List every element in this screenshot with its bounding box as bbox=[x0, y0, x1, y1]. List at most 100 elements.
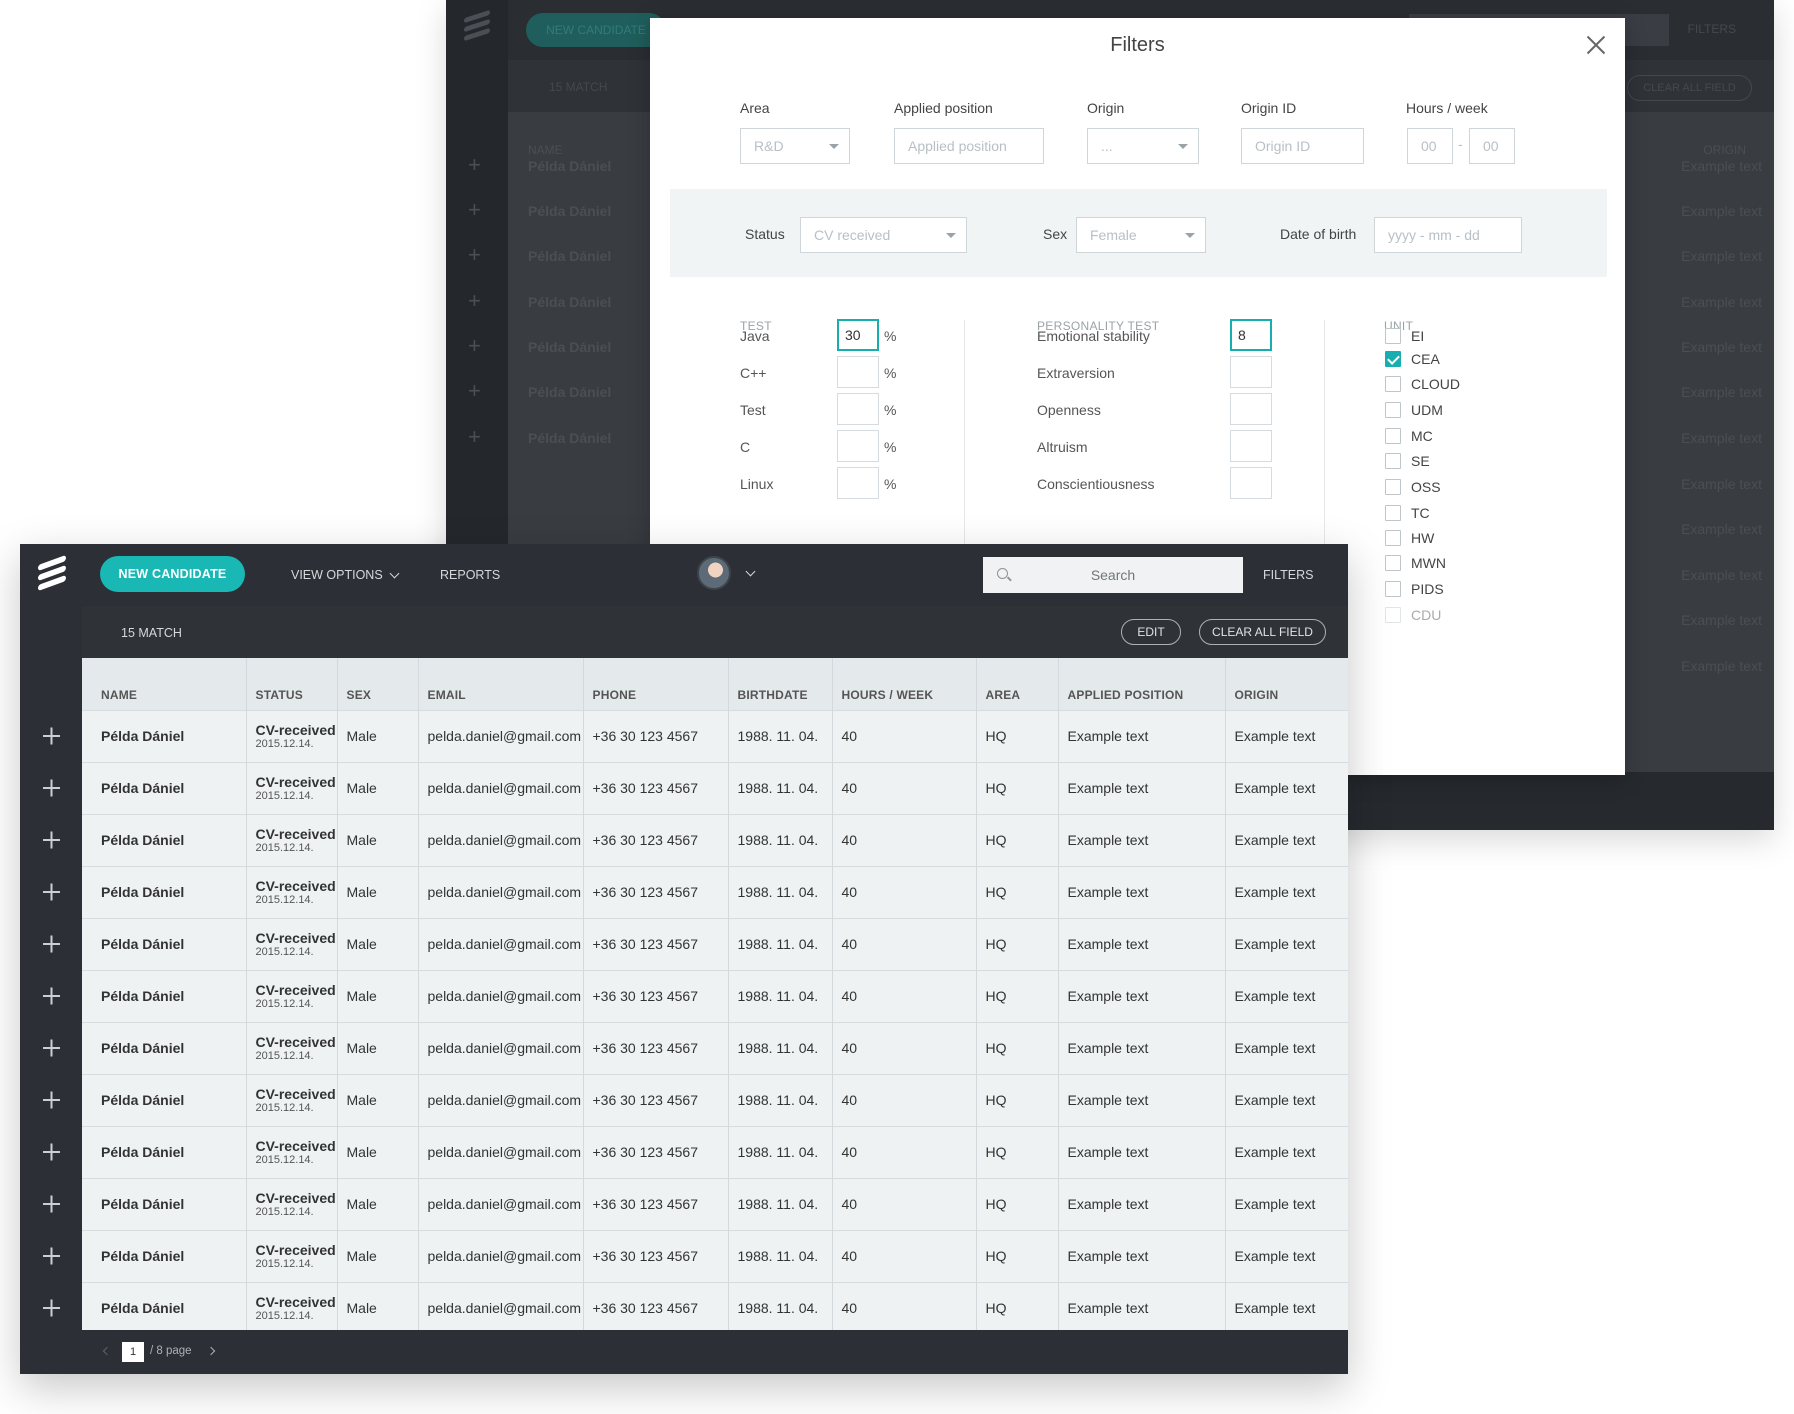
checkbox[interactable] bbox=[1385, 607, 1401, 623]
column-header[interactable]: ORIGIN bbox=[1225, 658, 1348, 710]
checkbox-checked[interactable] bbox=[1385, 351, 1401, 367]
reports-link[interactable]: REPORTS bbox=[440, 568, 500, 582]
unit-checkbox-item[interactable]: EI bbox=[1385, 326, 1424, 346]
unit-checkbox-item[interactable]: CDU bbox=[1385, 605, 1441, 625]
new-candidate-button[interactable]: NEW CANDIDATE bbox=[100, 556, 245, 592]
search-input[interactable] bbox=[983, 557, 1243, 593]
close-icon[interactable] bbox=[1585, 34, 1607, 56]
test-score-input[interactable] bbox=[837, 430, 879, 462]
table-row[interactable]: Példa Dániel CV-received 2015.12.14. Male pe… bbox=[82, 969, 1348, 1022]
plus-icon[interactable] bbox=[20, 814, 82, 866]
view-options-menu[interactable]: VIEW OPTIONS bbox=[291, 568, 400, 582]
unit-checkbox-item[interactable]: OSS bbox=[1385, 477, 1441, 497]
checkbox[interactable] bbox=[1385, 328, 1401, 344]
status-date: 2015.12.14. bbox=[255, 1154, 314, 1166]
plus-icon[interactable] bbox=[20, 1022, 82, 1074]
personality-score-input[interactable] bbox=[1230, 393, 1272, 425]
test-score-input[interactable] bbox=[837, 393, 879, 425]
plus-icon[interactable] bbox=[20, 866, 82, 918]
unit-checkbox-item[interactable]: SE bbox=[1385, 451, 1430, 471]
column-header[interactable]: EMAIL bbox=[418, 658, 584, 710]
checkbox[interactable] bbox=[1385, 505, 1401, 521]
plus-icon[interactable] bbox=[20, 1074, 82, 1126]
chevron-right-icon[interactable] bbox=[206, 1346, 216, 1356]
date-of-birth-field[interactable]: yyyy - mm - dd bbox=[1374, 217, 1522, 253]
table-row[interactable]: Példa Dániel CV-received 2015.12.14. Male pe… bbox=[82, 1281, 1348, 1334]
chevron-left-icon[interactable] bbox=[102, 1346, 112, 1356]
current-page[interactable]: 1 bbox=[122, 1342, 144, 1362]
column-header[interactable]: STATUS bbox=[246, 658, 338, 710]
unit-checkbox-item[interactable]: PIDS bbox=[1385, 579, 1444, 599]
status-select[interactable]: CV received bbox=[800, 217, 967, 253]
personality-score-input[interactable]: 8 bbox=[1230, 319, 1272, 351]
unit-checkbox-item[interactable]: CEA bbox=[1385, 349, 1440, 369]
checkbox[interactable] bbox=[1385, 530, 1401, 546]
applied-position-field[interactable]: Applied position bbox=[894, 128, 1044, 164]
unit-checkbox-item[interactable]: MWN bbox=[1385, 553, 1446, 573]
status-cell: CV-received 2015.12.14. bbox=[246, 813, 338, 866]
test-score-input[interactable] bbox=[837, 356, 879, 388]
plus-icon[interactable] bbox=[20, 970, 82, 1022]
table-row[interactable]: Példa Dániel CV-received 2015.12.14. Male pe… bbox=[82, 761, 1348, 814]
sex-cell: Male bbox=[337, 1073, 419, 1126]
table-row[interactable]: Példa Dániel CV-received 2015.12.14. Male pe… bbox=[82, 709, 1348, 762]
table-row[interactable]: Példa Dániel CV-received 2015.12.14. Male pe… bbox=[82, 1229, 1348, 1282]
clear-all-field-button[interactable]: CLEAR ALL FIELD bbox=[1199, 619, 1326, 645]
avatar[interactable] bbox=[697, 556, 731, 590]
plus-icon[interactable] bbox=[20, 1282, 82, 1334]
unit-checkbox-item[interactable]: MC bbox=[1385, 426, 1433, 446]
area-cell: HQ bbox=[976, 709, 1059, 762]
column-header[interactable]: AREA bbox=[976, 658, 1059, 710]
hours-from-field[interactable]: 00 bbox=[1407, 128, 1453, 164]
origin-id-field[interactable]: Origin ID bbox=[1241, 128, 1364, 164]
unit-checkbox-item[interactable]: UDM bbox=[1385, 400, 1443, 420]
origin-select[interactable]: ... bbox=[1087, 128, 1199, 164]
checkbox[interactable] bbox=[1385, 376, 1401, 392]
plus-icon[interactable] bbox=[20, 1178, 82, 1230]
plus-icon[interactable] bbox=[20, 918, 82, 970]
unit-checkbox-item[interactable]: CLOUD bbox=[1385, 374, 1460, 394]
plus-icon[interactable] bbox=[20, 710, 82, 762]
checkbox[interactable] bbox=[1385, 453, 1401, 469]
table-row[interactable]: Példa Dániel CV-received 2015.12.14. Male pe… bbox=[82, 917, 1348, 970]
personality-score-input[interactable] bbox=[1230, 356, 1272, 388]
table-row[interactable]: Példa Dániel CV-received 2015.12.14. Male pe… bbox=[82, 1073, 1348, 1126]
logo-icon[interactable] bbox=[38, 554, 66, 592]
personality-score-input[interactable] bbox=[1230, 467, 1272, 499]
column-header[interactable]: APPLIED POSITION bbox=[1058, 658, 1226, 710]
column-header[interactable]: SEX bbox=[337, 658, 419, 710]
plus-icon[interactable] bbox=[20, 1126, 82, 1178]
hours-to-field[interactable]: 00 bbox=[1469, 128, 1515, 164]
bg-row-origin: Example text bbox=[1681, 158, 1762, 174]
edit-button[interactable]: EDIT bbox=[1121, 619, 1181, 645]
table-row[interactable]: Példa Dániel CV-received 2015.12.14. Male pe… bbox=[82, 865, 1348, 918]
plus-icon[interactable] bbox=[20, 762, 82, 814]
column-header[interactable]: BIRTHDATE bbox=[728, 658, 833, 710]
checkbox[interactable] bbox=[1385, 402, 1401, 418]
sex-select[interactable]: Female bbox=[1076, 217, 1206, 253]
test-score-input[interactable] bbox=[837, 467, 879, 499]
sex-cell: Male bbox=[337, 709, 419, 762]
filters-link[interactable]: FILTERS bbox=[1263, 568, 1313, 582]
column-header[interactable]: HOURS / WEEK bbox=[832, 658, 977, 710]
status-date: 2015.12.14. bbox=[255, 946, 314, 958]
checkbox[interactable] bbox=[1385, 428, 1401, 444]
column-header[interactable]: NAME bbox=[82, 658, 247, 710]
area-select[interactable]: R&D bbox=[740, 128, 850, 164]
position-cell: Example text bbox=[1058, 1177, 1226, 1230]
sex-cell: Male bbox=[337, 865, 419, 918]
search-bar[interactable] bbox=[983, 557, 1243, 593]
table-row[interactable]: Példa Dániel CV-received 2015.12.14. Male pe… bbox=[82, 1021, 1348, 1074]
plus-icon[interactable] bbox=[20, 1230, 82, 1282]
table-row[interactable]: Példa Dániel CV-received 2015.12.14. Male pe… bbox=[82, 1177, 1348, 1230]
checkbox[interactable] bbox=[1385, 555, 1401, 571]
table-row[interactable]: Példa Dániel CV-received 2015.12.14. Male pe… bbox=[82, 813, 1348, 866]
checkbox[interactable] bbox=[1385, 479, 1401, 495]
checkbox[interactable] bbox=[1385, 581, 1401, 597]
unit-checkbox-item[interactable]: TC bbox=[1385, 503, 1430, 523]
test-score-input[interactable]: 30 bbox=[837, 319, 879, 351]
personality-score-input[interactable] bbox=[1230, 430, 1272, 462]
unit-checkbox-item[interactable]: HW bbox=[1385, 528, 1434, 548]
column-header[interactable]: PHONE bbox=[583, 658, 729, 710]
table-row[interactable]: Példa Dániel CV-received 2015.12.14. Male pe… bbox=[82, 1125, 1348, 1178]
